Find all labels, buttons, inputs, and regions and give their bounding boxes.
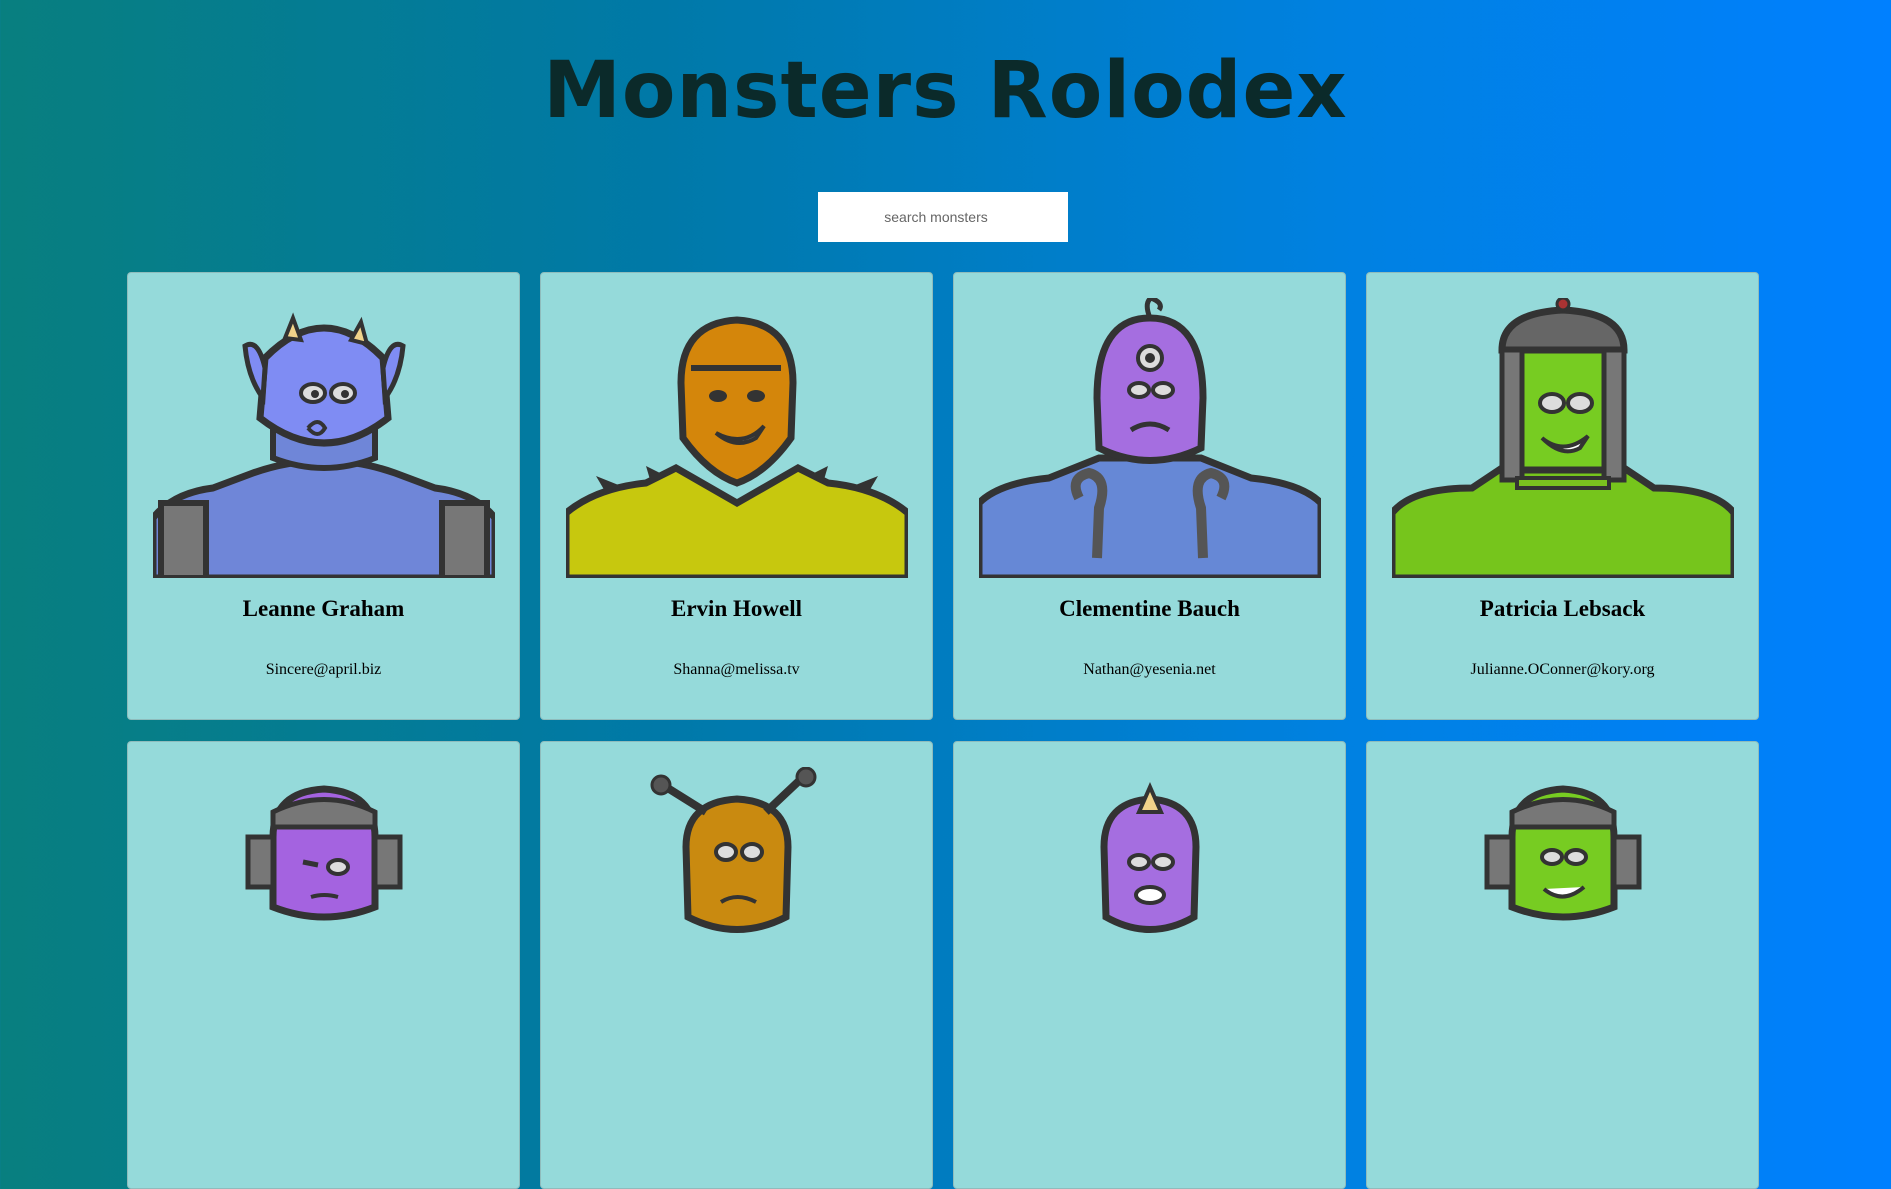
monster-email: Julianne.OConner@kory.org xyxy=(1470,661,1655,678)
monster-email: Nathan@yesenia.net xyxy=(1083,661,1216,678)
monster-avatar xyxy=(566,767,908,1047)
monster-card[interactable]: Ervin Howell Shanna@melissa.tv xyxy=(540,272,933,720)
monster-card[interactable]: Clementine Bauch Nathan@yesenia.net xyxy=(953,272,1346,720)
monster-email: Sincere@april.biz xyxy=(265,661,382,678)
page-title: Monsters Rolodex xyxy=(543,46,1348,136)
monster-card[interactable] xyxy=(540,741,933,1189)
monster-avatar xyxy=(979,767,1321,1047)
green-robot-helmet-monster-icon xyxy=(1392,298,1734,578)
monster-name: Ervin Howell xyxy=(671,596,802,621)
purple-helmet-monster-icon xyxy=(245,785,403,921)
monster-avatar xyxy=(566,298,908,578)
monster-card[interactable] xyxy=(127,741,520,1189)
monster-card[interactable] xyxy=(953,741,1346,1189)
monster-avatar xyxy=(1392,767,1734,1047)
monster-name: Patricia Lebsack xyxy=(1479,596,1646,621)
monster-card[interactable] xyxy=(1366,741,1759,1189)
monster-card[interactable]: Leanne Graham Sincere@april.biz xyxy=(127,272,520,720)
search-input[interactable] xyxy=(818,192,1068,242)
card-list: Leanne Graham Sincere@april.biz Ervin Ho… xyxy=(127,272,1759,1189)
monster-avatar xyxy=(1392,298,1734,578)
monster-card[interactable]: Patricia Lebsack Julianne.OConner@kory.o… xyxy=(1366,272,1759,720)
purple-cyclops-monster-icon xyxy=(979,298,1321,578)
purple-horned-monster-icon xyxy=(1100,782,1200,933)
monster-avatar xyxy=(979,298,1321,578)
orange-smiling-monster-icon xyxy=(566,316,908,578)
monster-email: Shanna@melissa.tv xyxy=(673,661,800,678)
monster-avatar xyxy=(153,767,495,1047)
monster-name: Clementine Bauch xyxy=(1059,596,1240,621)
monster-name: Leanne Graham xyxy=(242,596,405,621)
monster-avatar xyxy=(153,298,495,578)
blue-horned-monster-icon xyxy=(153,312,495,578)
green-helmet-monster-icon xyxy=(1484,785,1642,921)
orange-antenna-monster-icon xyxy=(650,767,817,933)
